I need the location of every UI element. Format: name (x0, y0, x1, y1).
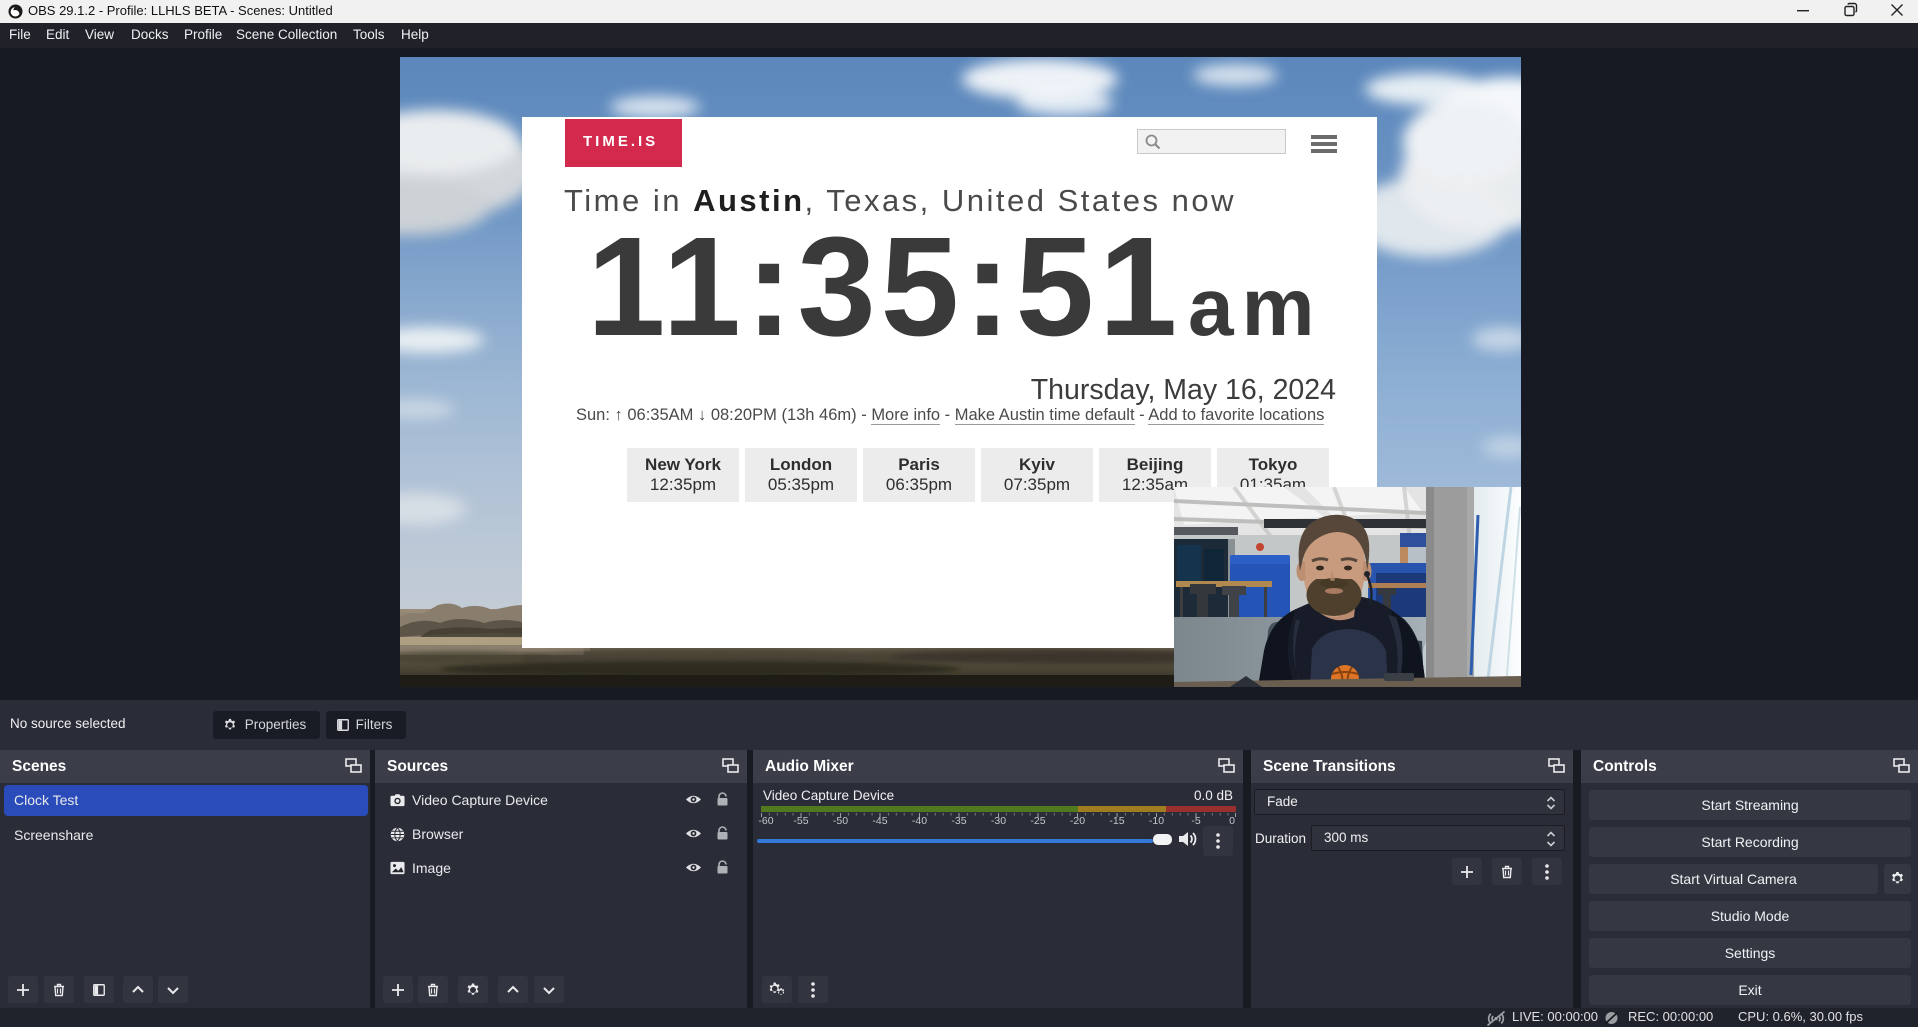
svg-text:-20: -20 (1070, 815, 1085, 827)
svg-text:-35: -35 (951, 815, 966, 827)
svg-text:-30: -30 (991, 815, 1006, 827)
svg-text:-5: -5 (1191, 815, 1200, 827)
svg-text:-55: -55 (793, 815, 808, 827)
svg-text:-10: -10 (1149, 815, 1164, 827)
svg-text:-60: -60 (758, 815, 773, 827)
svg-text:-45: -45 (872, 815, 887, 827)
svg-text:-50: -50 (833, 815, 848, 827)
svg-text:-15: -15 (1109, 815, 1124, 827)
svg-text:-25: -25 (1030, 815, 1045, 827)
svg-text:-40: -40 (912, 815, 927, 827)
